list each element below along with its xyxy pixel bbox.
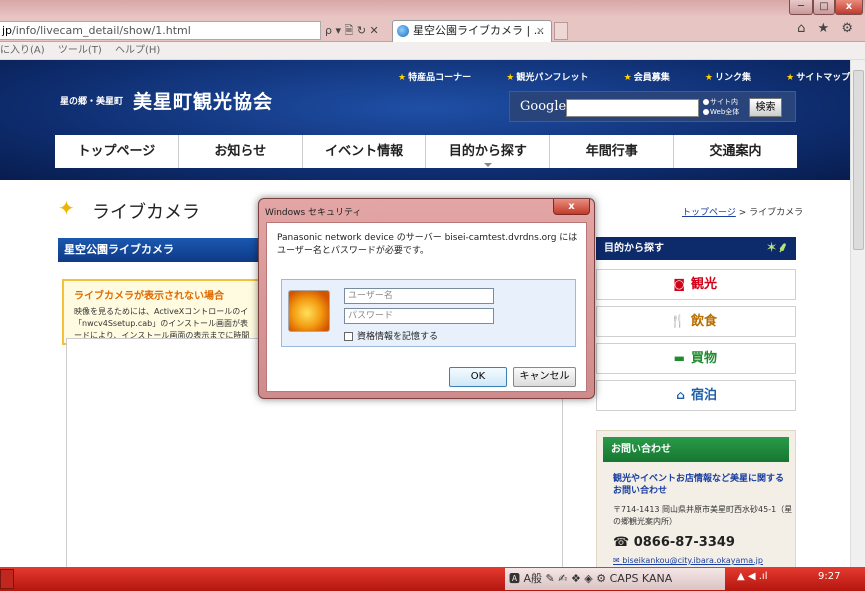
google-label: Google (520, 99, 567, 114)
site-header: ★ 特産品コーナー ★ 観光パンフレット ★ 会員募集 ★ リンク集 ★ サイトマップ 星… (0, 60, 850, 180)
home-favorites-settings-icons[interactable]: ⌂ ★ ⚙ (797, 21, 857, 36)
credential-panel: ユーザー名 パスワード 資格情報を記憶する (281, 279, 576, 347)
breadcrumb-current: ライブカメラ (749, 208, 804, 218)
tab-title: 星空公園ライブカメラ | ... (413, 24, 545, 37)
top-links: ★ 特産品コーナー ★ 観光パンフレット ★ 会員募集 ★ リンク集 ★ サイトマップ (398, 70, 850, 83)
sparkle-star-icon: ✦ (58, 196, 75, 220)
breadcrumb-home-link[interactable]: トップページ (682, 208, 736, 218)
ok-button[interactable]: OK (449, 367, 507, 387)
scrollbar-thumb[interactable] (853, 70, 864, 250)
star-icon: ★ (506, 73, 515, 83)
sidebar-item-dining[interactable]: 🍴 飲食 (596, 306, 796, 337)
star-icon: ★ (398, 73, 407, 83)
sidebar-heading: 目的から探す ✶⸙ (596, 237, 796, 260)
breadcrumb: トップページ > ライブカメラ (682, 208, 804, 218)
taskbar-button[interactable] (0, 569, 14, 589)
nav-top[interactable]: トップページ (55, 135, 179, 168)
browser-tab[interactable]: 星空公園ライブカメラ | ... × (392, 20, 552, 42)
contact-address: 〒714-1413 岡山県井原市美星町西水砂45-1（星の郷観光案内所） (613, 505, 793, 526)
minimize-button[interactable]: ─ (789, 0, 813, 15)
sidebar-item-lodging[interactable]: ⌂ 宿泊 (596, 380, 796, 411)
main-nav: トップページ お知らせ イベント情報 目的から探す 年間行事 交通案内 (55, 135, 797, 168)
maximize-button[interactable]: □ (813, 0, 835, 15)
camera-icon: ◙ (673, 277, 685, 291)
cancel-button[interactable]: キャンセル (513, 367, 576, 387)
new-tab-button[interactable] (554, 22, 568, 40)
nav-access[interactable]: 交通案内 (674, 135, 797, 168)
tab-close-icon[interactable]: × (536, 21, 545, 41)
site-logo-title[interactable]: 美星町観光協会 (133, 87, 273, 114)
radio-site[interactable]: サイト内 (703, 97, 739, 107)
search-button[interactable]: 検索 (749, 98, 782, 117)
nav-events[interactable]: イベント情報 (303, 135, 427, 168)
dialog-title: Windows セキュリティ (265, 208, 362, 218)
nav-annual[interactable]: 年間行事 (550, 135, 675, 168)
password-field[interactable]: パスワード (344, 308, 494, 324)
windows-security-dialog: Windows セキュリティ x Panasonic network devic… (258, 198, 595, 399)
window-close-button[interactable]: x (835, 0, 863, 15)
search-input[interactable] (566, 99, 699, 117)
nav-news[interactable]: お知らせ (179, 135, 303, 168)
contact-box: お問い合わせ 観光やイベントお店情報など美星に関するお問い合わせ 〒714-14… (596, 430, 796, 567)
username-field[interactable]: ユーザー名 (344, 288, 494, 304)
phone-icon: ☎ (613, 535, 634, 550)
mail-icon: ✉ (613, 556, 623, 565)
system-tray-icons[interactable]: ▲ ◀ .ıl (737, 571, 767, 582)
bamboo-decoration-icon: ✶⸙ (765, 240, 788, 256)
url-input[interactable]: jp/info/livecam_detail/show/1.html (0, 21, 321, 40)
dialog-message: Panasonic network device のサーバー bisei-cam… (277, 233, 578, 256)
contact-phone: ☎ 0866-87-3349 (613, 535, 735, 550)
page-title: ライブカメラ (92, 202, 200, 223)
ime-toolbar[interactable]: 🅰 A般 ✎ ✍ ❖ ◈ ⚙ CAPS KANA (505, 568, 725, 590)
page-scrollbar[interactable] (850, 60, 865, 567)
window-titlebar: ─ □ x (0, 0, 865, 18)
menu-favorites[interactable]: に入り(A) (0, 45, 45, 56)
url-controls[interactable]: ρ ▾ 🗎 ↻ ✕ (325, 22, 379, 41)
url-path: /info/livecam_detail/show/1.html (12, 24, 191, 37)
top-link-sitemap[interactable]: ★ サイトマップ (786, 73, 850, 83)
search-panel: Google サイト内 Web全体 検索 (509, 91, 796, 122)
menu-bar: に入り(A) ツール(T) ヘルプ(H) (0, 42, 865, 60)
star-icon: ★ (704, 73, 713, 83)
radio-icon (703, 109, 709, 115)
ie-tab-icon (397, 25, 409, 37)
top-link-links[interactable]: ★ リンク集 (705, 73, 767, 83)
taskbar: 🅰 A般 ✎ ✍ ❖ ◈ ⚙ CAPS KANA ▲ ◀ .ıl 9:27 (0, 567, 865, 591)
fork-knife-icon: 🍴 (670, 314, 685, 328)
menu-tools[interactable]: ツール(T) (58, 45, 102, 56)
address-bar: jp/info/livecam_detail/show/1.html ρ ▾ 🗎… (0, 18, 865, 42)
bag-icon: ▬ (673, 351, 685, 365)
dropdown-arrow-icon (483, 163, 492, 167)
dialog-close-button[interactable]: x (553, 199, 590, 215)
sidebar-item-shopping[interactable]: ▬ 買物 (596, 343, 796, 374)
clock[interactable]: 9:27 (818, 571, 840, 582)
contact-heading: お問い合わせ (603, 437, 789, 462)
search-scope-radios: サイト内 Web全体 (703, 97, 739, 117)
checkbox[interactable] (344, 332, 353, 341)
radio-web[interactable]: Web全体 (703, 107, 739, 117)
top-link-products[interactable]: ★ 特産品コーナー (398, 73, 487, 83)
user-avatar-icon (288, 290, 330, 332)
remember-credentials[interactable]: 資格情報を記憶する (344, 329, 438, 342)
star-icon: ★ (786, 73, 795, 83)
nav-purpose[interactable]: 目的から探す (426, 135, 551, 168)
sidebar-item-sightseeing[interactable]: ◙ 観光 (596, 269, 796, 300)
house-icon: ⌂ (676, 388, 685, 402)
contact-link[interactable]: 観光やイベントお店情報など美星に関するお問い合わせ (613, 473, 789, 497)
radio-icon (703, 99, 709, 105)
top-link-members[interactable]: ★ 会員募集 (624, 73, 686, 83)
site-subtitle: 星の郷・美星町 (60, 97, 124, 107)
star-icon: ★ (623, 73, 632, 83)
url-domain: jp (2, 24, 13, 37)
menu-help[interactable]: ヘルプ(H) (115, 45, 160, 56)
contact-email-link[interactable]: ✉ biseikankou@city.ibara.okayama.jp (613, 556, 763, 565)
top-link-pamphlet[interactable]: ★ 観光パンフレット (506, 73, 604, 83)
dialog-body: Panasonic network device のサーバー bisei-cam… (266, 222, 587, 392)
